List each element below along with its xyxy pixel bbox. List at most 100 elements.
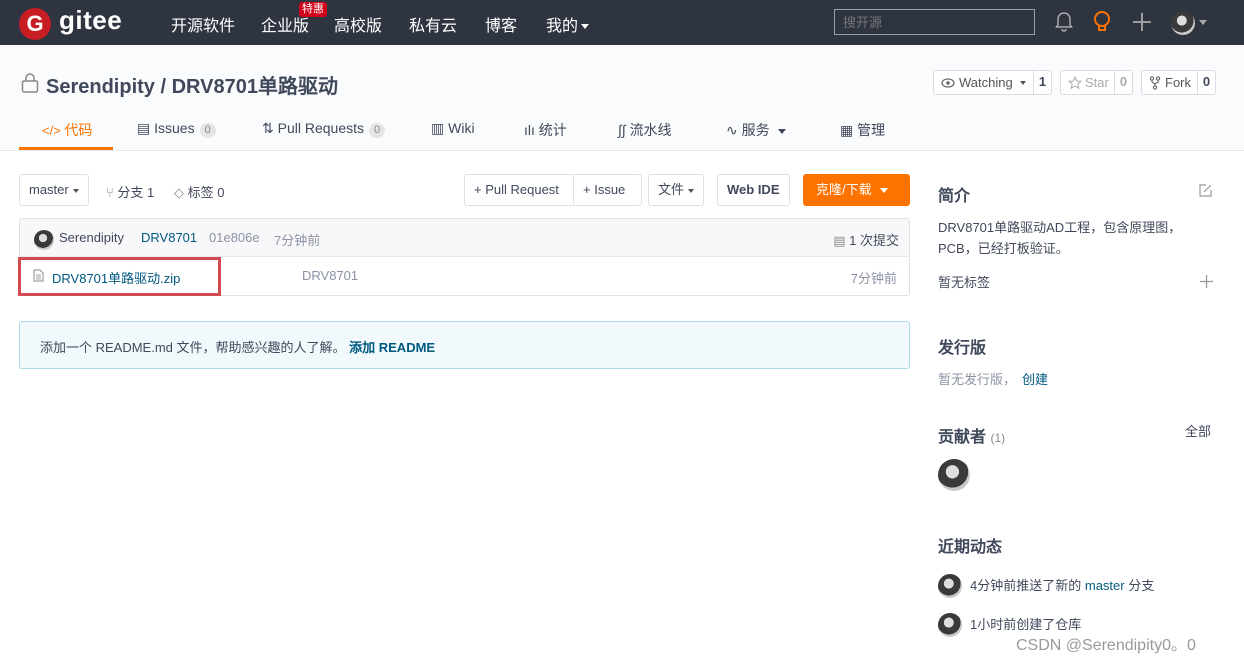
top-navbar: G gitee 开源软件 企业版 特惠 高校版 私有云 博客 我的 (0, 0, 1244, 45)
list-item: 4分钟前推送了新的 master 分支 (970, 575, 1154, 596)
new-pull-request-button[interactable]: + Pull Request (464, 174, 574, 206)
clone-label: 克隆/下载 (816, 182, 872, 197)
release-info: 暂无发行版， 创建 (938, 369, 1048, 390)
chevron-down-icon[interactable] (1199, 20, 1207, 25)
file-highlight-box (18, 257, 221, 296)
document-icon: ▤ (833, 233, 850, 248)
file-commit-message[interactable]: DRV8701 (302, 268, 358, 283)
contributors-label: 贡献者 (938, 429, 987, 446)
nav-mine[interactable]: 我的 (546, 12, 590, 36)
commit-author[interactable]: Serendipity (59, 230, 124, 245)
branches-link[interactable]: ⑂ 分支 1 (106, 182, 154, 201)
issues-count: 0 (199, 123, 216, 138)
active-tab-indicator (19, 147, 113, 150)
no-release-text: 暂无发行版， (938, 372, 1017, 387)
commit-count[interactable]: ▤ 1 次提交 (833, 230, 899, 249)
tab-pull-requests[interactable]: ⇅ Pull Requests 0 (262, 120, 386, 138)
fork-button[interactable]: Fork 0 (1141, 70, 1216, 95)
pipeline-icon: ∫∫ (618, 122, 630, 138)
gitee-logo-text[interactable]: gitee (59, 5, 122, 36)
readme-notice: 添加一个 README.md 文件，帮助感兴趣的人了解。 添加 README (19, 321, 910, 369)
star-label: Star (1085, 75, 1109, 90)
commit-time: 7分钟前 (274, 233, 321, 248)
readme-notice-text: 添加一个 README.md 文件，帮助感兴趣的人了解。 (40, 340, 346, 355)
nav-open-source[interactable]: 开源软件 (171, 12, 235, 36)
csdn-watermark: CSDN @Serendipity0。0 (1016, 637, 1196, 654)
file-menu-label: 文件 (658, 182, 685, 197)
tab-pipeline[interactable]: ∫∫ 流水线 (618, 120, 672, 140)
tags-label: 标签 0 (187, 185, 225, 200)
tab-issues-label: Issues (154, 120, 195, 136)
watching-count: 1 (1033, 70, 1051, 95)
commit-author-avatar[interactable] (34, 230, 54, 250)
fork-count: 0 (1197, 70, 1215, 95)
fork-icon (1149, 76, 1161, 90)
add-tag-icon[interactable] (1200, 275, 1213, 288)
search-input[interactable] (834, 9, 1035, 35)
intro-line-2: PCB，已经打板验证。 (938, 241, 1069, 256)
tab-code[interactable]: </> 代码 (42, 120, 92, 140)
tags-link[interactable]: ◇ 标签 0 (174, 182, 224, 201)
tab-pipeline-label: 流水线 (629, 122, 672, 138)
pulse-icon: ∿ (726, 122, 742, 138)
issues-icon: ▤ (137, 120, 155, 136)
tab-manage-label: 管理 (857, 122, 886, 138)
repo-title[interactable]: Serendipity / DRV8701单路驱动 (46, 70, 338, 99)
bell-icon[interactable] (1054, 10, 1074, 32)
pulls-count: 0 (369, 123, 386, 138)
activity-1-text: 4分钟前推送了新的 (970, 578, 1082, 593)
star-icon (1068, 76, 1082, 90)
nav-blog[interactable]: 博客 (485, 12, 517, 36)
contributors-count: (1) (990, 431, 1006, 445)
lock-icon (21, 73, 39, 93)
commit-hash[interactable]: 01e806e (209, 230, 260, 245)
intro-title: 简介 (938, 188, 971, 205)
repo-header: Serendipity / DRV8701单路驱动 Watching 1 Sta… (0, 45, 1244, 151)
file-menu-button[interactable]: 文件 (648, 174, 705, 206)
branch-select-label: master (29, 182, 69, 197)
all-contributors-link[interactable]: 全部 (1185, 421, 1211, 442)
nav-private-cloud[interactable]: 私有云 (409, 12, 457, 36)
activity-title: 近期动态 (938, 539, 1003, 556)
code-icon: </> (42, 123, 65, 138)
lightbulb-icon[interactable] (1091, 10, 1113, 34)
file-time: 7分钟前 (850, 271, 897, 286)
add-readme-link[interactable]: 添加 README (349, 340, 435, 355)
create-release-link[interactable]: 创建 (1022, 372, 1048, 387)
intro-line-1: DRV8701单路驱动AD工程，包含原理图， (938, 220, 1182, 235)
nav-education[interactable]: 高校版 (334, 12, 382, 36)
contributor-avatar[interactable] (938, 459, 970, 491)
watching-label: Watching (959, 75, 1013, 90)
tab-issues[interactable]: ▤ Issues 0 (137, 120, 216, 138)
activity-branch-link[interactable]: master (1085, 578, 1125, 593)
fork-label: Fork (1165, 75, 1191, 90)
chevron-down-icon (777, 128, 786, 134)
plus-icon[interactable] (1132, 12, 1152, 32)
edit-icon[interactable] (1198, 183, 1213, 198)
chevron-down-icon (581, 24, 590, 30)
release-title: 发行版 (938, 340, 987, 357)
tab-stats[interactable]: ılı 统计 (524, 120, 567, 140)
tab-stats-label: 统计 (538, 122, 567, 138)
tab-services[interactable]: ∿ 服务 (726, 120, 786, 140)
star-count: 0 (1114, 70, 1132, 95)
branch-select[interactable]: master (19, 174, 89, 206)
user-avatar[interactable] (1171, 11, 1195, 35)
latest-commit-row: Serendipity DRV8701 01e806e 7分钟前 ▤ 1 次提交 (20, 219, 909, 257)
tab-wiki-label: Wiki (448, 120, 475, 136)
gitee-logo-icon[interactable]: G (19, 8, 51, 40)
commit-count-label: 1 次提交 (849, 233, 899, 248)
activity-1-suffix: 分支 (1128, 578, 1155, 593)
clone-download-button[interactable]: 克隆/下载 (803, 174, 910, 206)
tab-wiki[interactable]: ▥ Wiki (431, 120, 475, 137)
activity-avatar[interactable] (938, 613, 962, 637)
web-ide-button[interactable]: Web IDE (717, 174, 790, 206)
commit-message[interactable]: DRV8701 (141, 230, 197, 245)
tab-services-label: 服务 (741, 122, 770, 138)
star-button[interactable]: Star 0 (1060, 70, 1133, 95)
activity-avatar[interactable] (938, 574, 962, 598)
tab-manage[interactable]: ▦ 管理 (840, 120, 885, 140)
watching-button[interactable]: Watching 1 (933, 70, 1052, 95)
chevron-down-icon (72, 188, 79, 193)
new-issue-button[interactable]: + Issue (573, 174, 642, 206)
